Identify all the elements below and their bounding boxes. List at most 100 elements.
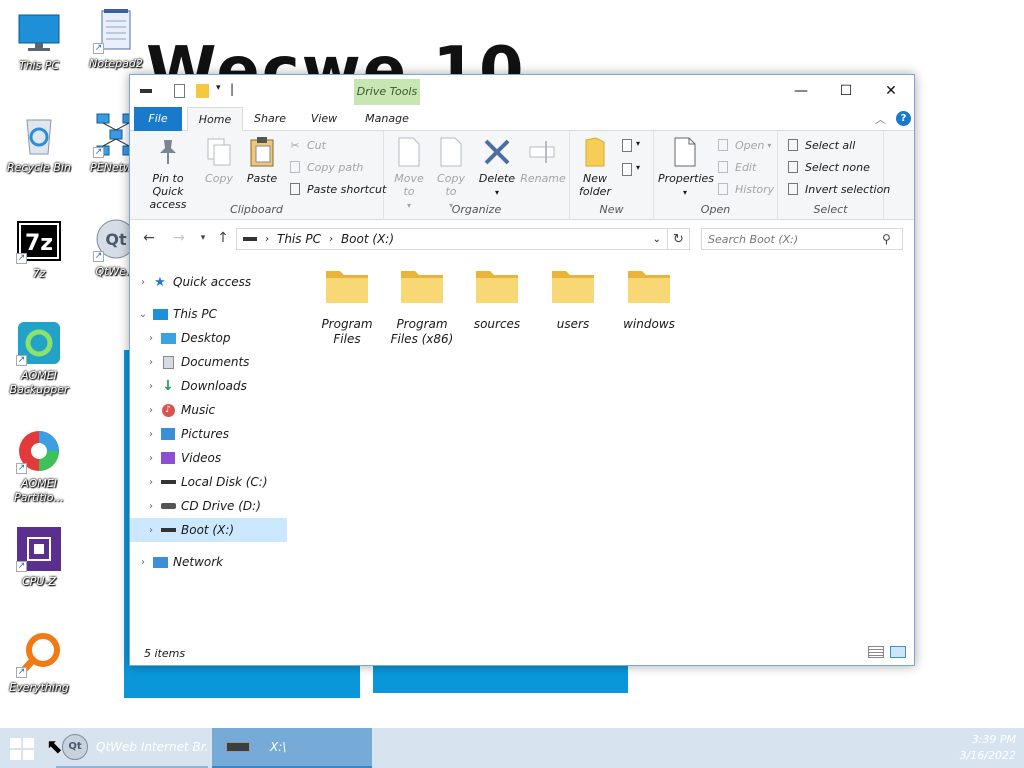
paste-icon	[246, 135, 278, 169]
nav-music[interactable]: › ♪ Music	[144, 398, 301, 422]
history-button[interactable]: History	[716, 179, 774, 199]
select-none-button[interactable]: Select none	[786, 157, 870, 177]
new-document-icon[interactable]	[174, 84, 185, 98]
refresh-button[interactable]: ↻	[668, 228, 690, 250]
nav-network[interactable]: › Network	[136, 550, 293, 574]
chevron-down-icon[interactable]: ▾	[216, 83, 221, 93]
help-icon[interactable]: ?	[896, 111, 911, 126]
properties-button[interactable]: Properties ▾	[658, 135, 714, 199]
cut-button[interactable]: ✂ Cut	[288, 135, 326, 155]
desktop-icon-this-pc[interactable]: This PC	[1, 10, 77, 73]
taskbar-item-explorer[interactable]: X:\	[212, 728, 372, 768]
details-view-icon[interactable]	[868, 646, 884, 658]
move-to-button[interactable]: Move to ▾	[390, 135, 428, 212]
nav-label: Local Disk (C:)	[181, 475, 268, 489]
folder-program-files-x86[interactable]: Program Files (x86)	[387, 267, 457, 347]
tab-manage[interactable]: Manage	[354, 107, 420, 131]
rename-icon	[527, 135, 559, 169]
nav-this-pc[interactable]: ⌄ This PC	[136, 302, 293, 326]
large-icons-view-icon[interactable]	[890, 646, 906, 658]
chevron-right-icon: ›	[149, 476, 153, 488]
taskbar-item-qtweb[interactable]: Qt QtWeb Internet Br...	[56, 728, 208, 768]
copy-button[interactable]: Copy	[202, 135, 236, 185]
title-bar[interactable]: ▾ | Drive Tools — ☐ ✕	[130, 75, 914, 107]
shortcut-arrow-icon: ↗	[16, 253, 27, 264]
forward-button[interactable]: →	[168, 228, 190, 248]
folder-icon[interactable]	[196, 84, 209, 98]
maximize-button[interactable]: ☐	[823, 75, 869, 107]
desktop-icon-7z[interactable]: 7z ↗ 7z	[1, 218, 77, 281]
new-folder-button[interactable]: New folder	[574, 135, 616, 198]
nav-documents[interactable]: › Documents	[144, 350, 301, 374]
close-button[interactable]: ✕	[868, 75, 914, 107]
open-button[interactable]: Open ▾	[716, 135, 771, 155]
chevron-down-icon[interactable]: ▾	[636, 163, 640, 172]
desktop-icon-aomei-partition[interactable]: ↗ AOMEI Partitio...	[1, 428, 77, 505]
nav-quick-access[interactable]: › ★ Quick access	[136, 270, 293, 294]
nav-boot-x[interactable]: › Boot (X:)	[130, 518, 287, 542]
chevron-right-icon: ›	[149, 380, 153, 392]
breadcrumb-boot-x[interactable]: Boot (X:)	[341, 232, 394, 246]
tab-view[interactable]: View	[298, 107, 350, 131]
up-button[interactable]: ↑	[212, 228, 234, 248]
copy-path-button[interactable]: Copy path	[288, 157, 363, 177]
paste-label: Paste	[246, 172, 278, 185]
paste-shortcut-button[interactable]: Paste shortcut	[288, 179, 386, 199]
start-button[interactable]	[10, 738, 34, 760]
rename-button[interactable]: Rename	[520, 135, 566, 185]
back-button[interactable]: ←	[138, 228, 160, 248]
minimize-button[interactable]: —	[778, 75, 824, 107]
folder-sources[interactable]: sources	[462, 267, 532, 332]
breadcrumb-this-pc[interactable]: This PC	[277, 232, 321, 246]
delete-button[interactable]: Delete ▾	[476, 135, 518, 199]
easy-access-icon[interactable]	[622, 163, 632, 176]
nav-cd-drive-d[interactable]: › CD Drive (D:)	[144, 494, 301, 518]
history-icon	[716, 181, 730, 197]
copy-to-button[interactable]: Copy to ▾	[432, 135, 470, 212]
nav-local-disk-c[interactable]: › Local Disk (C:)	[144, 470, 301, 494]
edit-button[interactable]: Edit	[716, 157, 756, 177]
recycle-bin-icon	[16, 112, 62, 158]
chevron-down-icon: ⌄	[138, 308, 148, 320]
file-explorer-window[interactable]: ▾ | Drive Tools — ☐ ✕ File Home Share Vi…	[129, 74, 915, 666]
move-to-icon	[393, 135, 425, 169]
address-bar[interactable]: › This PC › Boot (X:) ⌄	[236, 228, 668, 250]
desktop-icon-notepad2[interactable]: ↗ Notepad2	[78, 8, 154, 71]
folder-icon	[551, 267, 595, 305]
desktop-icon-aomei-backupper[interactable]: ↗ AOMEI Backupper	[1, 320, 77, 397]
search-input[interactable]: Search Boot (X:)	[701, 228, 903, 250]
tab-file[interactable]: File	[134, 107, 182, 131]
folder-users[interactable]: users	[538, 267, 608, 332]
pin-quick-access-button[interactable]: Pin to Quick access	[136, 135, 200, 211]
shortcut-arrow-icon: ↗	[16, 561, 27, 572]
desktop-icon-cpu-z[interactable]: ↗ CPU-Z	[1, 526, 77, 589]
paste-button[interactable]: Paste	[242, 135, 282, 185]
chevron-right-icon: ›	[149, 524, 153, 536]
nav-pictures[interactable]: › Pictures	[144, 422, 301, 446]
nav-label: Downloads	[181, 379, 247, 393]
recent-locations-button[interactable]: ▾	[192, 228, 214, 248]
desktop-icon-recycle-bin[interactable]: Recycle Bin	[1, 112, 77, 175]
folder-program-files[interactable]: Program Files	[312, 267, 382, 347]
copy-label: Copy	[205, 172, 233, 185]
nav-desktop[interactable]: › Desktop	[144, 326, 301, 350]
folder-windows[interactable]: windows	[614, 267, 684, 332]
chevron-down-icon[interactable]: ▾	[636, 139, 640, 148]
tab-home[interactable]: Home	[187, 107, 243, 132]
star-icon: ★	[154, 274, 166, 290]
partition-icon: ↗	[16, 428, 62, 474]
desktop-icon-everything[interactable]: ↗ Everything	[1, 632, 77, 695]
system-clock[interactable]: 3:39 PM 3/16/2022	[960, 732, 1016, 764]
nav-downloads[interactable]: › ↓ Downloads	[144, 374, 301, 398]
chevron-down-icon[interactable]: ⌄	[653, 234, 661, 245]
search-icon[interactable]: ⚲	[882, 232, 891, 246]
new-item-icon[interactable]	[622, 139, 632, 152]
invert-selection-button[interactable]: Invert selection	[786, 179, 890, 199]
desktop-icon-label: 7z	[32, 267, 46, 280]
collapse-ribbon-icon[interactable]: ︿	[875, 111, 886, 127]
select-all-button[interactable]: Select all	[786, 135, 855, 155]
copy-path-label: Copy path	[307, 160, 364, 174]
nav-videos[interactable]: › Videos	[144, 446, 301, 470]
tab-share[interactable]: Share	[246, 107, 294, 131]
nav-label: CD Drive (D:)	[181, 499, 261, 513]
